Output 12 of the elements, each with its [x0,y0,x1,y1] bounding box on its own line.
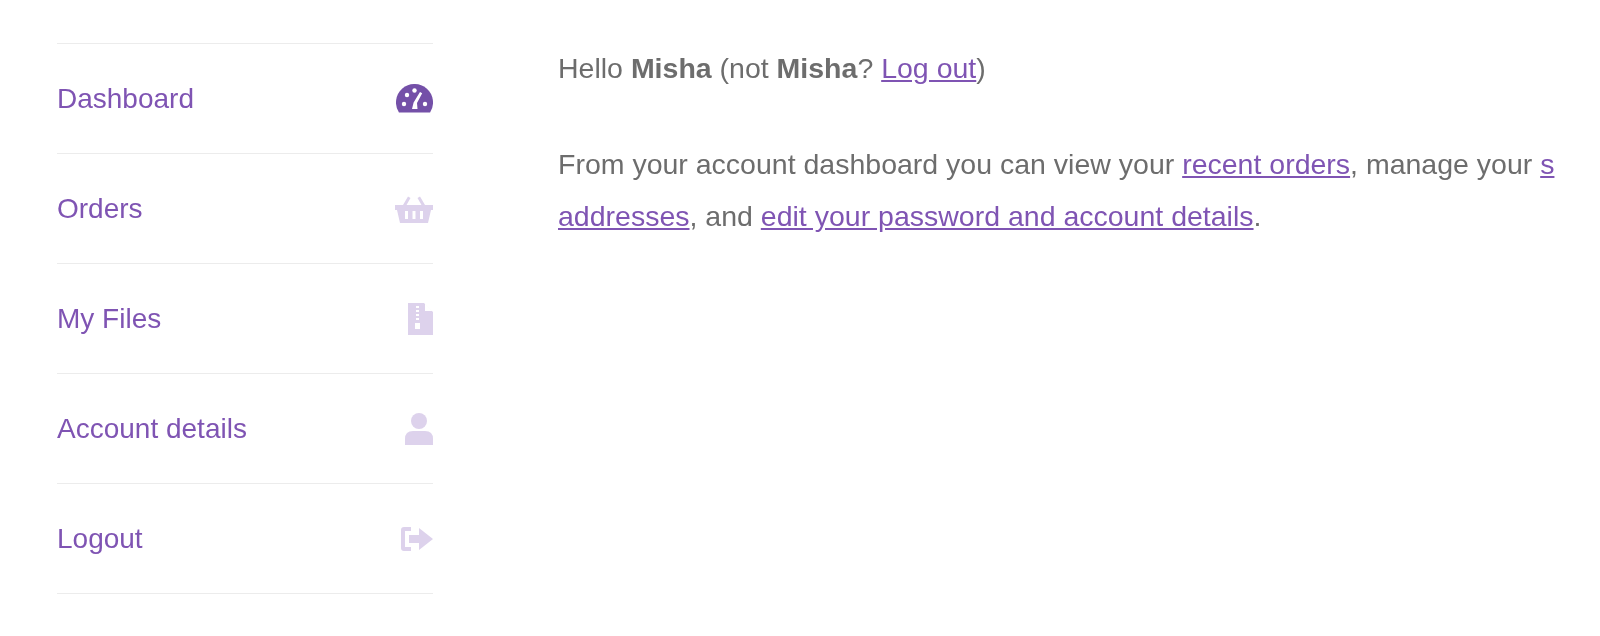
text-link[interactable]: addresses [558,200,690,232]
text-link[interactable]: Log out [881,52,977,84]
sidebar-item[interactable]: Orders [57,154,433,264]
text-link[interactable]: s [1540,148,1555,180]
sidebar-item[interactable]: Logout [57,484,433,594]
sidebar-item[interactable]: Dashboard [57,43,433,154]
sidebar-item[interactable]: My Files [57,264,433,374]
intro-paragraph: From your account dashboard you can view your recent orders, manage your s addresses, and edit your password and account details. [558,147,1555,234]
text-link[interactable]: recent orders [1182,148,1351,180]
sidebar-item[interactable]: Account details [57,374,433,484]
text-link[interactable]: edit your password and account details [760,200,1254,232]
greeting-text: Hello Misha (not Misha? Log out) [558,51,987,86]
